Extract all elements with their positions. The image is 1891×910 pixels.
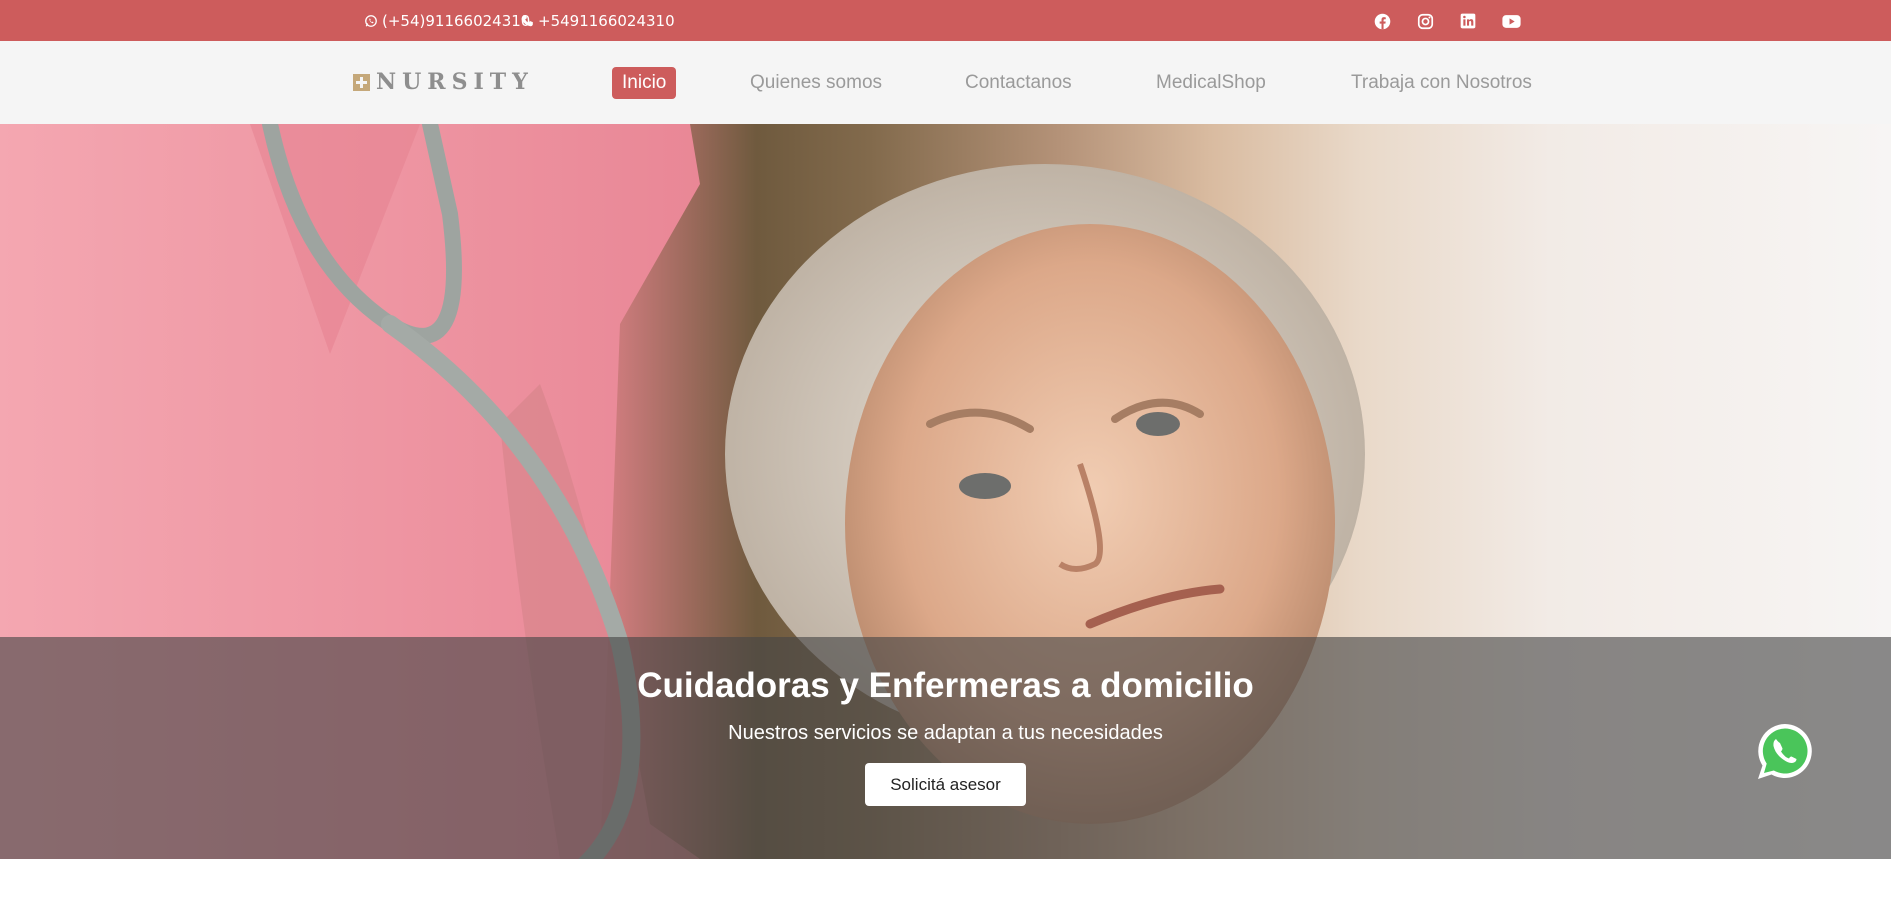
nav-item-quienes-somos[interactable]: Quienes somos <box>750 67 882 99</box>
facebook-link[interactable] <box>1369 8 1395 34</box>
whatsapp-float-icon <box>1758 724 1812 779</box>
phone-contact-link[interactable]: +5491166024310 <box>520 0 675 41</box>
hero-banner: Cuidadoras y Enfermeras a domicilio Nues… <box>0 124 1891 859</box>
logo-cross-icon <box>353 73 370 91</box>
linkedin-link[interactable] <box>1455 8 1481 34</box>
nav-item-contactanos[interactable]: Contactanos <box>965 67 1072 99</box>
phone-text: +5491166024310 <box>538 11 675 30</box>
facebook-icon <box>1374 13 1390 29</box>
instagram-icon <box>1417 13 1433 29</box>
logo-text: NURSITY <box>376 69 534 95</box>
logo[interactable]: NURSITY <box>353 68 534 96</box>
top-bar: (+54)91166024310 +5491166024310 <box>0 0 1891 41</box>
instagram-link[interactable] <box>1412 8 1438 34</box>
hero-subtitle: Nuestros servicios se adaptan a tus nece… <box>728 722 1163 744</box>
hero-title: Cuidadoras y Enfermeras a domicilio <box>637 666 1254 705</box>
whatsapp-float-button[interactable] <box>1753 720 1817 784</box>
nav-item-trabaja-con-nosotros[interactable]: Trabaja con Nosotros <box>1351 67 1532 99</box>
whatsapp-icon <box>365 14 377 27</box>
request-advisor-button[interactable]: Solicitá asesor <box>865 763 1026 806</box>
phone-icon <box>521 14 533 26</box>
whatsapp-phone-text: (+54)91166024310 <box>382 11 531 30</box>
main-navbar: NURSITY Inicio Quienes somos Contactanos… <box>0 41 1891 124</box>
youtube-icon <box>1501 14 1521 28</box>
youtube-link[interactable] <box>1498 8 1524 34</box>
linkedin-icon <box>1460 13 1476 29</box>
nav-item-inicio[interactable]: Inicio <box>612 67 677 99</box>
whatsapp-contact-link[interactable]: (+54)91166024310 <box>364 0 530 41</box>
nav-item-medicalshop[interactable]: MedicalShop <box>1156 67 1266 99</box>
